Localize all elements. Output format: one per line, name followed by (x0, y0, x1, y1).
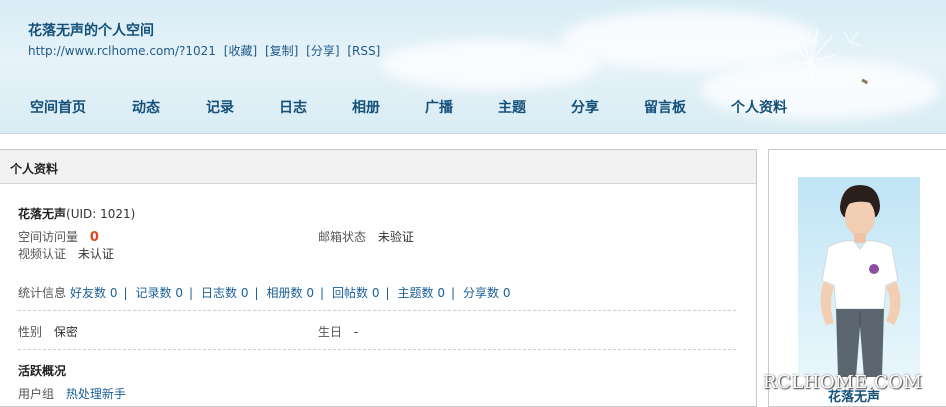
avatar-panel (768, 149, 946, 407)
nav-blog[interactable]: 日志 (279, 97, 307, 117)
bookmark-link[interactable]: [收藏] (224, 44, 257, 58)
gender-value: 保密 (53, 325, 78, 339)
birthday-value: - (353, 325, 359, 339)
panel-title: 个人资料 (0, 150, 756, 184)
space-url-link[interactable]: http://www.rclhome.com/?1021 (28, 44, 216, 58)
space-header: 花落无声的个人空间 http://www.rclhome.com/?1021 [… (0, 0, 946, 134)
user-uid: (UID: 1021) (66, 207, 136, 221)
stat-replies[interactable]: 回帖数 0 (332, 286, 379, 300)
stat-friends[interactable]: 好友数 0 (70, 286, 117, 300)
email-row: 邮箱状态 未验证 (318, 228, 414, 245)
stat-divider: | (385, 286, 390, 300)
nav-records[interactable]: 记录 (206, 97, 234, 117)
nav-profile[interactable]: 个人资料 (731, 97, 787, 117)
group-label: 用户组 (18, 387, 55, 401)
nav-feed[interactable]: 动态 (132, 97, 160, 117)
share-link[interactable]: [分享] (306, 44, 339, 58)
stat-divider: | (319, 286, 325, 300)
video-value: 未认证 (77, 247, 114, 261)
gender-label: 性别 (18, 325, 43, 339)
stat-divider: | (254, 286, 259, 300)
birthday-label: 生日 (318, 325, 343, 339)
nav-guestbook[interactable]: 留言板 (644, 97, 686, 117)
space-nav: 空间首页 动态 记录 日志 相册 广播 主题 分享 留言板 个人资料 (0, 97, 946, 119)
video-row: 视频认证 未认证 (18, 245, 114, 262)
stat-divider: | (450, 286, 456, 300)
nav-share[interactable]: 分享 (571, 97, 599, 117)
email-value: 未验证 (377, 230, 414, 244)
stat-records[interactable]: 记录数 0 (136, 286, 183, 300)
stat-blogs[interactable]: 日志数 0 (201, 286, 248, 300)
space-links: http://www.rclhome.com/?1021 [收藏] [复制] [… (28, 42, 384, 59)
cloud-decoration (380, 40, 600, 90)
nav-album[interactable]: 相册 (352, 97, 380, 117)
stat-shares[interactable]: 分享数 0 (463, 286, 510, 300)
visits-row: 空间访问量 0 (18, 228, 99, 245)
stat-threads[interactable]: 主题数 0 (398, 286, 445, 300)
space-title[interactable]: 花落无声的个人空间 (28, 20, 154, 40)
nav-threads[interactable]: 主题 (498, 97, 526, 117)
stats-label: 统计信息 (18, 286, 67, 300)
group-row: 用户组 热处理新手 (18, 385, 126, 402)
avatar[interactable] (798, 177, 920, 377)
copy-link[interactable]: [复制] (265, 44, 298, 58)
stats-row: 统计信息 好友数 0 | 记录数 0 | 日志数 0 | 相册数 0 | 回帖数 0 | 主题数 0 |… (18, 284, 510, 301)
visits-label: 空间访问量 (18, 230, 79, 244)
dandelion-icon (785, 27, 869, 93)
video-label: 视频认证 (18, 247, 67, 261)
stat-divider: | (188, 286, 194, 300)
divider (18, 310, 736, 311)
email-label: 邮箱状态 (318, 230, 367, 244)
stat-albums[interactable]: 相册数 0 (267, 286, 314, 300)
username-row: 花落无声(UID: 1021) (18, 205, 135, 222)
nav-home[interactable]: 空间首页 (30, 97, 86, 117)
stat-divider: | (123, 286, 128, 300)
username: 花落无声 (18, 207, 67, 221)
activity-title: 活跃概况 (18, 364, 67, 378)
gender-row: 性别 保密 (18, 323, 78, 340)
profile-panel: 个人资料 花落无声(UID: 1021) 空间访问量 0 邮箱状态 未验证 视频… (0, 149, 757, 407)
nav-broadcast[interactable]: 广播 (425, 97, 453, 117)
group-link[interactable]: 热处理新手 (66, 387, 126, 401)
avatar-name[interactable]: 花落无声 (828, 386, 880, 405)
visits-value: 0 (89, 230, 99, 245)
rss-link[interactable]: [RSS] (347, 44, 380, 58)
avatar-figure-icon (820, 185, 901, 377)
birthday-row: 生日 - (318, 323, 358, 340)
divider (18, 349, 736, 350)
